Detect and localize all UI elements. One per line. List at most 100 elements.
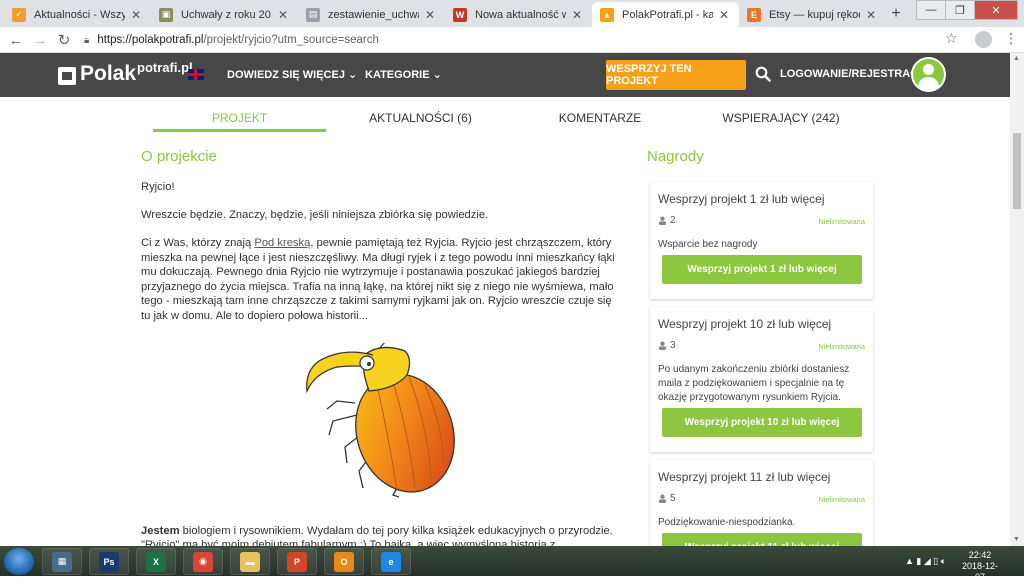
new-tab-button[interactable]: + [886, 4, 906, 24]
people-icon [658, 341, 667, 350]
back-arrow-icon[interactable]: ← [4, 28, 28, 52]
login-register-link[interactable]: LOGOWANIE/REJESTRACJA [780, 68, 932, 80]
tab-close-icon[interactable]: ✕ [423, 8, 437, 22]
tab-backers[interactable]: WSPIERAJĄCY (242) [710, 111, 852, 125]
scrollbar-thumb[interactable] [1013, 133, 1021, 209]
clock-date: 2018-12-07 [961, 561, 999, 582]
tab-title: zestawienie_uchwał_zebr [328, 8, 419, 21]
reward-backers: 5 [658, 493, 676, 504]
reward-backers-count: 3 [670, 340, 676, 351]
minimize-button[interactable]: — [916, 0, 946, 20]
tab-close-icon[interactable]: ✕ [129, 8, 143, 22]
project-section-title: O projekcie [141, 148, 217, 165]
tab-title: Nowa aktualność w proje [475, 8, 566, 21]
uk-flag-icon[interactable] [188, 69, 204, 80]
nav-categories-label: KATEGORIE [365, 69, 430, 81]
ryjcio-beetle-illustration [306, 343, 455, 498]
bookmark-star-icon[interactable]: ☆ [945, 30, 958, 47]
powerpoint-icon: P [287, 551, 307, 572]
system-tray[interactable]: ▲ ▮ ◢ ▯ 🔈︎ [905, 556, 946, 567]
maximize-button[interactable]: ❐ [945, 0, 975, 20]
start-button-icon[interactable] [4, 548, 34, 575]
reward-card: Wesprzyj projekt 1 zł lub więcej 2 Nieli… [650, 182, 873, 299]
rewards-section-title: Nagrody [647, 148, 704, 165]
nav-learn-more-label: DOWIEDZ SIĘ WIĘCEJ [227, 69, 345, 81]
close-window-button[interactable]: ✕ [974, 0, 1018, 20]
tab-favicon-icon: ▣ [159, 7, 173, 22]
reload-icon[interactable]: ↻ [52, 28, 76, 52]
tab-title: Aktualności - Wszystkie - C [34, 8, 125, 21]
tab-favicon-icon: E [747, 7, 761, 22]
profile-icon[interactable] [975, 31, 992, 48]
p4-bold: Jestem [141, 525, 180, 537]
reward-description: Po udanym zakończeniu zbiórki dostaniesz… [658, 364, 850, 403]
scroll-down-icon[interactable]: ▼ [1013, 536, 1020, 543]
taskbar-app-button[interactable]: ▬ [230, 548, 270, 575]
tab-title: PolakPotrafi.pl - kampan [622, 8, 713, 21]
reward-title: Wesprzyj projekt 1 zł lub więcej [658, 192, 825, 206]
address-bar[interactable]: 🔒︎ https://polakpotrafi.pl/projekt/ryjci… [84, 30, 974, 50]
forward-arrow-icon[interactable]: → [28, 28, 52, 52]
browser-tab[interactable]: E Etsy — kupuj rękodzieło ✕ [739, 2, 886, 27]
reward-unlimited-label: Nielimitowana [818, 495, 865, 504]
tab-favicon-icon: ▲ [600, 7, 614, 22]
reward-description: Podziękowanie-niespodzianka. [658, 517, 796, 528]
site-logo[interactable]: Polak potrafi.pl [58, 60, 193, 85]
reward-support-button[interactable]: Wesprzyj projekt 1 zł lub więcej [662, 255, 862, 284]
project-paragraph-4: Jestem biologiem i rysownikiem. Wydałam … [141, 524, 616, 539]
reward-title: Wesprzyj projekt 11 zł lub więcej [658, 470, 831, 484]
taskbar-app-button[interactable]: ▦ [42, 548, 82, 575]
reward-description: Wsparcie bez nagrody [658, 239, 758, 250]
reward-unlimited-label: Nielimitowana [818, 342, 865, 351]
tab-close-icon[interactable]: ✕ [717, 8, 731, 22]
logo-icon [58, 67, 76, 85]
tab-project[interactable]: PROJEKT [153, 111, 326, 125]
windows-taskbar: ▦ Ps X ◉ ▬ P Oe ▲ ▮ ◢ ▯ 🔈︎ 22:42 2018-12-07 [0, 546, 1024, 582]
logo-sup-text: potrafi.pl [137, 60, 193, 75]
taskbar-clock[interactable]: 22:42 2018-12-07 [960, 550, 1000, 583]
tab-close-icon[interactable]: ✕ [276, 8, 290, 22]
url-host: https://polakpotrafi.pl [97, 34, 204, 46]
reward-card: Wesprzyj projekt 10 zł lub więcej 3 Niel… [650, 307, 873, 452]
user-avatar-icon[interactable] [911, 57, 946, 92]
browser-toolbar: ← → ↻ 🔒︎ https://polakpotrafi.pl/projekt… [0, 27, 1024, 53]
logo-text: Polak [80, 62, 137, 85]
tab-updates[interactable]: AKTUALNOŚCI (6) [348, 111, 493, 125]
support-project-button[interactable]: WESPRZYJ TEN PROJEKT [606, 60, 746, 90]
excel-icon: X [146, 551, 166, 572]
tab-favicon-icon: ▤ [306, 7, 320, 22]
page-scrollbar[interactable]: ▲ ▼ [1010, 53, 1024, 546]
pod-kreska-link[interactable]: Pod kreską [254, 237, 310, 249]
url-path: /projekt/ryjcio?utm_source=search [203, 34, 379, 46]
tab-title: Etsy — kupuj rękodzieło [769, 8, 860, 21]
tab-close-icon[interactable]: ✕ [864, 8, 878, 22]
tab-close-icon[interactable]: ✕ [570, 8, 584, 22]
taskbar-app-button[interactable]: O [324, 548, 364, 575]
clock-time: 22:42 [968, 550, 992, 560]
reward-backers: 2 [658, 215, 676, 226]
p3-text-before: Ci z Was, którzy znają [141, 237, 255, 249]
browser-tab[interactable]: ▲ PolakPotrafi.pl - kampan ✕ [592, 2, 739, 27]
project-paragraph-3: Ci z Was, którzy znają Pod kreską, pewni… [141, 236, 616, 323]
taskbar-app-button[interactable]: Ps [89, 548, 129, 575]
nav-learn-more[interactable]: DOWIEDZ SIĘ WIĘCEJ ⌄ [227, 68, 357, 81]
reward-support-button[interactable]: Wesprzyj projekt 10 zł lub więcej [662, 408, 862, 437]
browser-tab[interactable]: ▤ zestawienie_uchwał_zebr ✕ [298, 2, 445, 27]
taskbar-app-button[interactable]: X [136, 548, 176, 575]
p3-text-after: , pewnie pamiętają też Ryjcia. Ryjcio je… [141, 237, 615, 322]
scroll-up-icon[interactable]: ▲ [1013, 55, 1020, 62]
taskbar-app-button[interactable]: ◉ [183, 548, 223, 575]
photoshop-icon: Ps [99, 551, 119, 572]
browser-tab[interactable]: ▣ Uchwały z roku 2014 - C ✕ [151, 2, 298, 27]
search-icon[interactable] [755, 66, 771, 82]
taskbar-app-button[interactable]: e [371, 548, 411, 575]
browser-tab[interactable]: ✓ Aktualności - Wszystkie - C ✕ [4, 2, 151, 27]
p4-rest: biologiem i rysownikiem. Wydałam do tej … [179, 525, 613, 537]
browser-tab[interactable]: W Nowa aktualność w proje ✕ [445, 2, 592, 27]
explorer-icon: ▬ [240, 551, 260, 572]
reward-backers-count: 2 [670, 215, 676, 226]
taskbar-app-button[interactable]: P [277, 548, 317, 575]
tab-comments[interactable]: KOMENTARZE [540, 111, 660, 125]
browser-menu-icon[interactable]: ⋮ [1004, 30, 1018, 47]
nav-categories[interactable]: KATEGORIE ⌄ [365, 68, 442, 81]
